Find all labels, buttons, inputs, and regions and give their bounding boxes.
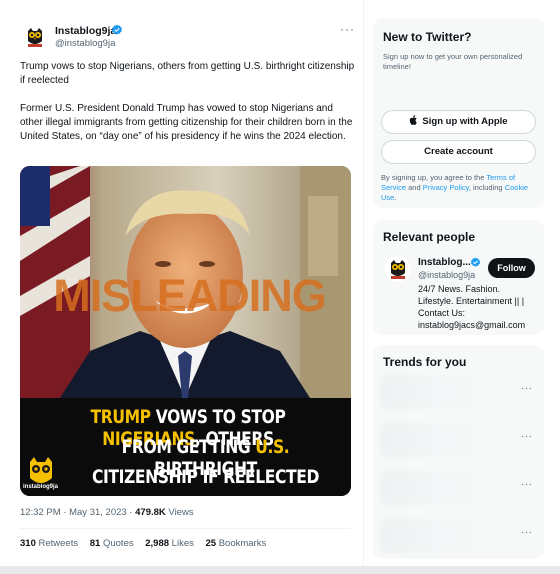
trend-item-blurred[interactable] xyxy=(381,519,491,553)
more-dots-icon[interactable]: ··· xyxy=(521,479,533,490)
caption-highlight: U.S. xyxy=(255,436,290,458)
new-to-twitter-panel: New to Twitter? Sign up now to get your … xyxy=(373,18,544,208)
trends-title: Trends for you xyxy=(383,355,467,369)
terms-including: , including xyxy=(468,183,505,192)
retweets-count: 310 xyxy=(20,538,36,549)
bookmarks-stat[interactable]: 25 Bookmarks xyxy=(206,538,267,549)
caption-text: FROM GETTING xyxy=(121,436,256,458)
tweet-timestamp: 12:32 PM · May 31, 2023 · 479.8K Views xyxy=(20,507,194,518)
relevant-people-title: Relevant people xyxy=(383,230,476,244)
bookmarks-count: 25 xyxy=(205,538,217,549)
views-count: 479.8K xyxy=(135,507,166,518)
tweet-text-headline: Trump vows to stop Nigerians, others fro… xyxy=(20,61,355,86)
misleading-stamp: MISLEADING xyxy=(53,270,327,321)
new-to-twitter-title: New to Twitter? xyxy=(383,30,472,44)
owl-logo-icon xyxy=(22,24,48,50)
author-handle[interactable]: @instablog9ja xyxy=(55,38,115,49)
terms-prefix: By signing up, you agree to the xyxy=(381,173,487,182)
stats-divider xyxy=(20,528,351,529)
retweets-label: Retweets xyxy=(35,538,79,549)
tweet-media-image[interactable]: MISLEADING TRUMP VOWS TO STOP NIGERIANS,… xyxy=(20,166,351,496)
tweet-text-body: Former U.S. President Donald Trump has v… xyxy=(20,103,353,142)
relevant-person-name[interactable]: Instablog... xyxy=(418,257,471,268)
sign-up-apple-button[interactable]: Sign up with Apple xyxy=(381,110,536,134)
relevant-person-avatar[interactable] xyxy=(385,256,411,282)
likes-stat[interactable]: 2,988 Likes xyxy=(145,538,194,549)
verified-badge-icon xyxy=(470,257,481,267)
trends-panel: Trends for you ··· ··· ··· ··· xyxy=(373,345,544,559)
more-dots-icon[interactable]: ··· xyxy=(340,22,355,36)
trend-item-blurred[interactable] xyxy=(381,423,491,457)
caption-highlight: TRUMP xyxy=(90,406,152,428)
trend-item-blurred[interactable] xyxy=(381,471,491,505)
quotes-stat[interactable]: 81 Quotes xyxy=(90,538,134,549)
new-to-twitter-subtitle: Sign up now to get your own personalized… xyxy=(383,52,523,71)
author-avatar[interactable] xyxy=(22,24,48,50)
media-logo-text: instablog9ja xyxy=(23,484,59,490)
create-account-button[interactable]: Create account xyxy=(381,140,536,164)
bookmarks-label: Bookmarks xyxy=(216,538,267,549)
relevant-person-handle[interactable]: @instablog9ja xyxy=(418,270,475,280)
relevant-people-panel: Relevant people Instablog... @instablog9… xyxy=(373,220,544,335)
apple-icon xyxy=(410,115,418,125)
quotes-label: Quotes xyxy=(100,538,134,549)
views-label: Views xyxy=(165,507,194,518)
relevant-person-bio: 24/7 News. Fashion. Lifestyle. Entertain… xyxy=(418,284,526,330)
timestamp-text[interactable]: 12:32 PM · May 31, 2023 · xyxy=(20,507,135,518)
follow-button[interactable]: Follow xyxy=(488,258,535,278)
likes-count: 2,988 xyxy=(145,538,170,549)
caption-line-3: CITIZENSHIP IF REELECTED xyxy=(91,466,320,488)
tweet-card: Instablog9ja @instablog9ja ··· Trump vow… xyxy=(0,0,364,566)
verified-badge-icon xyxy=(112,24,122,35)
privacy-policy-link[interactable]: Privacy Policy xyxy=(423,183,469,192)
retweets-stat[interactable]: 310 Retweets xyxy=(20,538,78,549)
more-dots-icon[interactable]: ··· xyxy=(521,383,533,394)
tweet-stats: 310 Retweets 81 Quotes 2,988 Likes 25 Bo… xyxy=(20,538,275,549)
apple-button-label: Sign up with Apple xyxy=(422,116,508,127)
author-name[interactable]: Instablog9ja xyxy=(55,25,116,37)
more-dots-icon[interactable]: ··· xyxy=(521,527,533,538)
image-caption-band: TRUMP VOWS TO STOP NIGERIANS, OTHERS FRO… xyxy=(20,398,351,496)
more-dots-icon[interactable]: ··· xyxy=(521,431,533,442)
terms-end: . xyxy=(394,193,397,202)
quotes-count: 81 xyxy=(89,538,101,549)
trend-item-blurred[interactable] xyxy=(381,375,491,409)
caption-text: VOWS TO STOP xyxy=(150,406,286,428)
terms-text: By signing up, you agree to the Terms of… xyxy=(381,173,539,203)
likes-label: Likes xyxy=(169,538,194,549)
bottom-edge xyxy=(0,566,560,574)
terms-and: and xyxy=(406,183,423,192)
